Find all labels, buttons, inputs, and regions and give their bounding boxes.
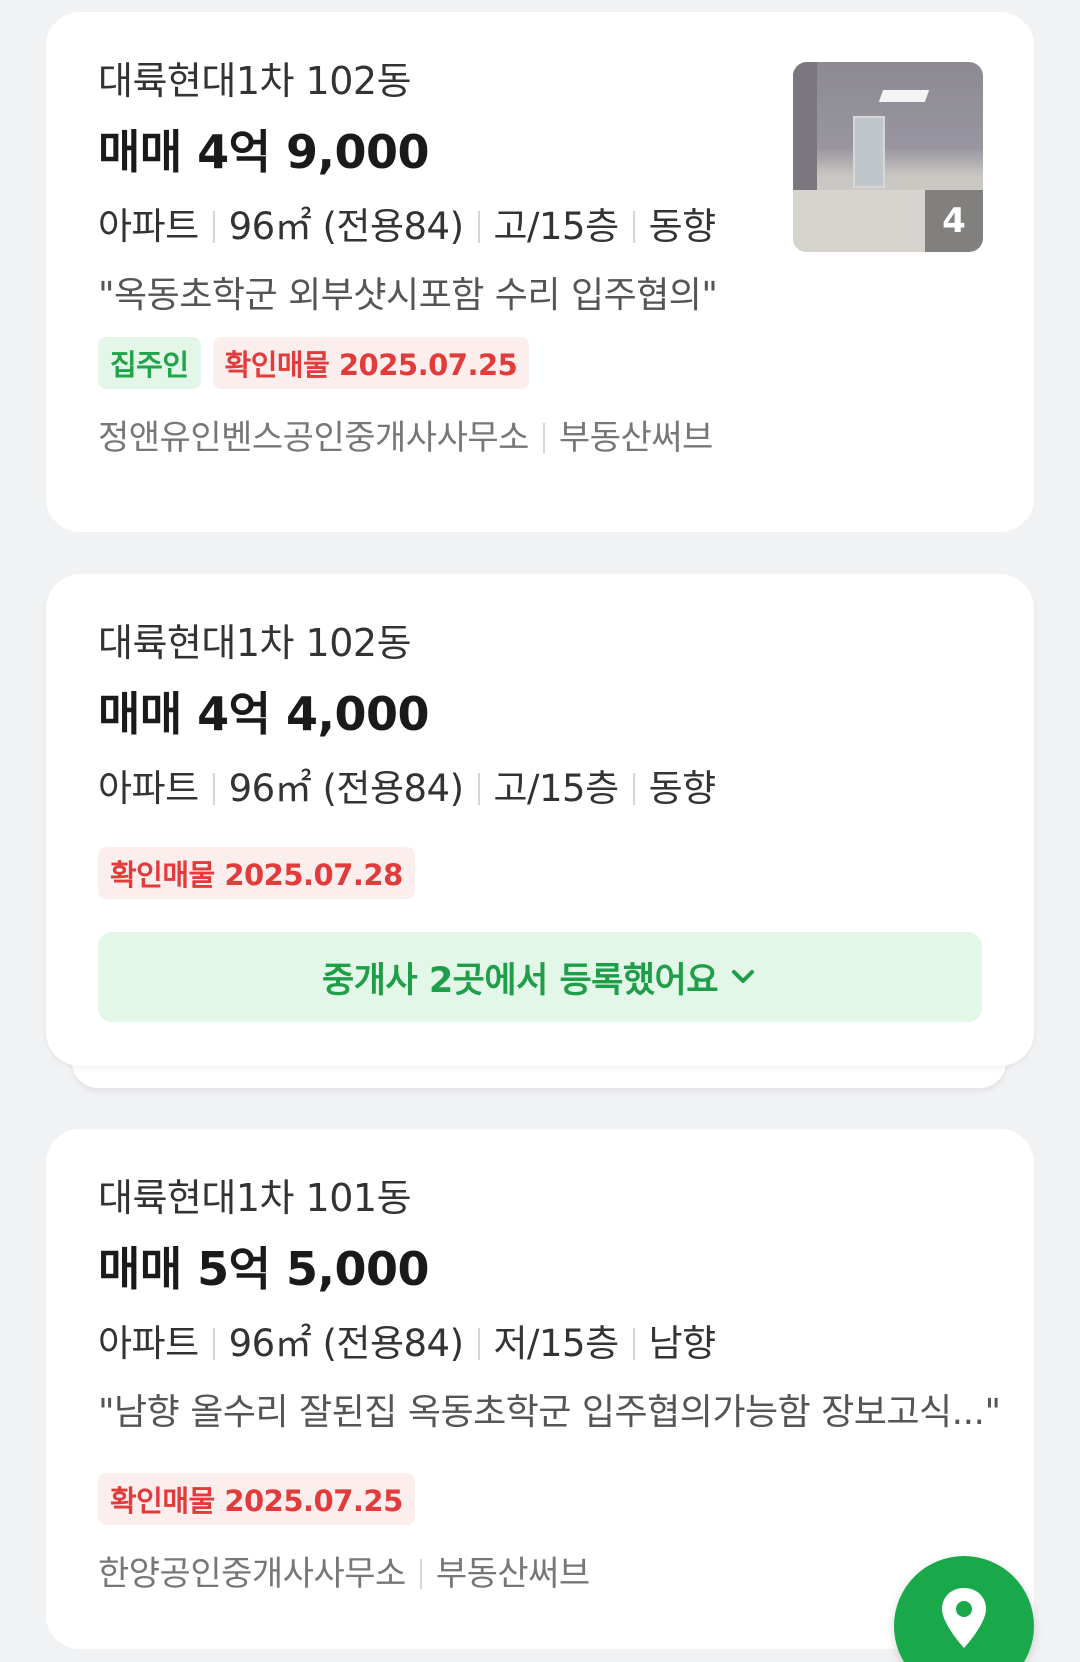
property-area: 96㎡ (전용84) [228, 767, 464, 810]
divider [212, 772, 215, 805]
divider [212, 1327, 215, 1360]
listing-source: 부동산써브 [558, 418, 713, 458]
divider [477, 772, 480, 805]
agency-name: 정앤유인벤스공인중개사사무소 [98, 418, 529, 458]
property-direction: 동향 [648, 767, 717, 810]
agency-info: 한양공인중개사사무소 부동산써브 [98, 1557, 590, 1591]
listing-card[interactable]: 대륙현대1차 101동 매매 5억 5,000 아파트 96㎡ (전용84) 저… [46, 1129, 1034, 1649]
divider [419, 1559, 422, 1589]
listing-photo[interactable]: 4 [793, 62, 983, 252]
divider [632, 210, 635, 243]
tag-list: 집주인 확인매물 2025.07.25 [98, 337, 530, 389]
chevron-down-icon [728, 962, 758, 992]
listing-description: "옥동초학군 외부샷시포함 수리 입주협의" [98, 275, 718, 316]
complex-name: 대륙현대1차 101동 [98, 1176, 412, 1220]
property-floor: 고/15층 [493, 205, 620, 248]
listing-spec: 아파트 96㎡ (전용84) 고/15층 동향 [98, 770, 716, 807]
property-direction: 남향 [648, 1322, 717, 1365]
listing-price: 매매 5억 5,000 [98, 1242, 430, 1296]
agents-expand-button[interactable]: 중개사 2곳에서 등록했어요 [98, 932, 982, 1022]
complex-name: 대륙현대1차 102동 [98, 621, 412, 665]
verified-badge: 확인매물 2025.07.25 [212, 337, 530, 389]
listing-card[interactable]: 대륙현대1차 102동 매매 4억 9,000 아파트 96㎡ (전용84) 고… [46, 12, 1034, 532]
photo-light [878, 90, 930, 102]
property-floor: 고/15층 [493, 767, 620, 810]
map-pin-icon [940, 1586, 988, 1654]
owner-badge: 집주인 [98, 337, 201, 389]
photo-door [853, 116, 885, 188]
divider [477, 210, 480, 243]
listing-price: 매매 4억 4,000 [98, 687, 430, 741]
property-type: 아파트 [98, 205, 199, 248]
listing-page: 대륙현대1차 102동 매매 4억 9,000 아파트 96㎡ (전용84) 고… [0, 0, 1080, 1662]
property-area: 96㎡ (전용84) [228, 1322, 464, 1365]
divider [632, 772, 635, 805]
tag-list: 확인매물 2025.07.28 [98, 847, 415, 899]
property-direction: 동향 [648, 205, 717, 248]
property-floor: 저/15층 [493, 1322, 620, 1365]
agency-name: 한양공인중개사사무소 [98, 1554, 406, 1594]
divider [542, 423, 545, 453]
property-area: 96㎡ (전용84) [228, 205, 464, 248]
listing-source: 부동산써브 [435, 1554, 590, 1594]
listing-description: "남향 올수리 잘된집 옥동초학군 입주협의가능함 장보고식..." [98, 1392, 1001, 1433]
listing-card[interactable]: 대륙현대1차 102동 매매 4억 4,000 아파트 96㎡ (전용84) 고… [46, 574, 1034, 1066]
complex-name: 대륙현대1차 102동 [98, 59, 412, 103]
listing-spec: 아파트 96㎡ (전용84) 고/15층 동향 [98, 208, 716, 245]
verified-badge: 확인매물 2025.07.25 [98, 1473, 415, 1525]
agency-info: 정앤유인벤스공인중개사사무소 부동산써브 [98, 421, 713, 455]
divider [477, 1327, 480, 1360]
agents-button-label: 중개사 2곳에서 등록했어요 [322, 960, 718, 1001]
divider [632, 1327, 635, 1360]
listing-price: 매매 4억 9,000 [98, 125, 430, 179]
verified-badge: 확인매물 2025.07.28 [98, 847, 415, 899]
property-type: 아파트 [98, 767, 199, 810]
divider [212, 210, 215, 243]
photo-count: 4 [925, 190, 983, 252]
tag-list: 확인매물 2025.07.25 [98, 1473, 415, 1525]
listing-spec: 아파트 96㎡ (전용84) 저/15층 남향 [98, 1325, 716, 1362]
property-type: 아파트 [98, 1322, 199, 1365]
